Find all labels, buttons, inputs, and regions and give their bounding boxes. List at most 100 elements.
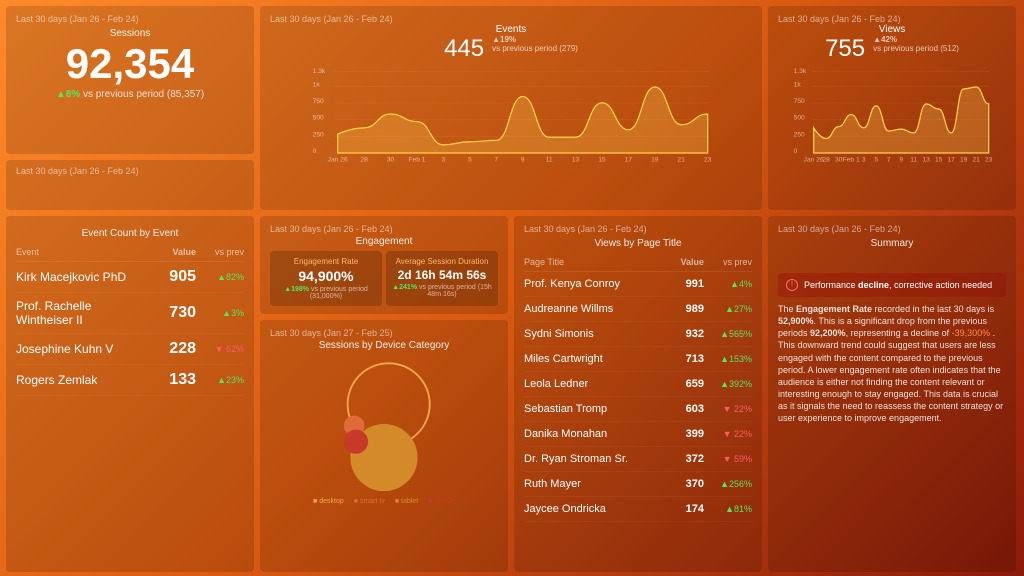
svg-text:11: 11 (546, 156, 553, 163)
views-delta: ▲42% (873, 35, 959, 44)
sessions-delta: ▲8% (56, 89, 80, 100)
table-row: Kirk Macejkovic PhD905▲82% (16, 262, 244, 293)
views-value: 755 (825, 35, 865, 63)
svg-text:28: 28 (360, 156, 368, 163)
events-area-chart: 0250500 7501k1.3k Jan 262830Feb 13579111… (270, 63, 752, 163)
summary-body: The Engagement Rate recorded in the last… (778, 303, 1006, 424)
svg-text:250: 250 (313, 131, 324, 138)
svg-text:9: 9 (521, 156, 525, 163)
sessions-card: Last 30 days (Jan 26 - Feb 24) Sessions … (6, 6, 254, 154)
svg-text:250: 250 (794, 131, 805, 138)
event-table-header-card: Last 30 days (Jan 26 - Feb 24) (6, 160, 254, 210)
engagement-rate: Engagement Rate 94,900% ▲198% vs previou… (270, 251, 382, 306)
table-row: Prof. Rachelle Wintheiser II730▲3% (16, 293, 244, 334)
device-legend: desktop smart tv tablet mobile (270, 498, 498, 505)
svg-text:Feb 1: Feb 1 (408, 156, 425, 163)
svg-text:Feb 1: Feb 1 (843, 156, 860, 163)
table-row: Leola Ledner659▲392% (524, 372, 752, 397)
svg-text:1k: 1k (313, 81, 321, 88)
table-row: Rogers Zemlak133▲23% (16, 365, 244, 396)
svg-text:0: 0 (794, 148, 798, 155)
device-card: Last 30 days (Jan 27 - Feb 25) Sessions … (260, 320, 508, 572)
svg-text:17: 17 (625, 156, 633, 163)
date-range: Last 30 days (Jan 26 - Feb 24) (778, 224, 1006, 234)
svg-text:0: 0 (313, 148, 317, 155)
events-value: 445 (444, 35, 484, 63)
page-table-card: Last 30 days (Jan 26 - Feb 24) Views by … (514, 216, 762, 572)
event-table-card: Event Count by Event Event Value vs prev… (6, 216, 254, 572)
svg-text:7: 7 (494, 156, 498, 163)
date-range: Last 30 days (Jan 26 - Feb 24) (778, 14, 1006, 24)
svg-text:15: 15 (935, 156, 943, 163)
table-row: Dr. Ryan Stroman Sr.372▼ 59% (524, 447, 752, 472)
svg-text:23: 23 (985, 156, 993, 163)
date-range: Last 30 days (Jan 26 - Feb 24) (16, 166, 244, 176)
table-row: Danika Monahan399▼ 22% (524, 422, 752, 447)
svg-text:500: 500 (313, 115, 324, 122)
device-title: Sessions by Device Category (270, 340, 498, 351)
date-range: Last 30 days (Jan 26 - Feb 24) (16, 14, 244, 24)
table-row: Sydni Simonis932▲565% (524, 322, 752, 347)
table-row: Jaycee Ondricka174▲81% (524, 497, 752, 522)
date-range: Last 30 days (Jan 26 - Feb 24) (524, 224, 752, 234)
svg-text:9: 9 (899, 156, 903, 163)
svg-text:21: 21 (678, 156, 686, 163)
date-range: Last 30 days (Jan 26 - Feb 24) (270, 224, 498, 234)
table-row: Sebastian Tromp603▼ 22% (524, 397, 752, 422)
svg-text:Jan 26: Jan 26 (328, 156, 348, 163)
engagement-card: Last 30 days (Jan 26 - Feb 24) Engagemen… (260, 216, 508, 314)
summary-warning: ! Performance decline, corrective action… (778, 273, 1006, 297)
events-delta: ▲19% (492, 35, 578, 44)
svg-text:30: 30 (835, 156, 843, 163)
table-row: Miles Cartwright713▲153% (524, 347, 752, 372)
engagement-title: Engagement (270, 236, 498, 247)
events-compare: vs previous period (279) (492, 44, 578, 53)
events-chart-card: Last 30 days (Jan 26 - Feb 24) Events 44… (260, 6, 762, 210)
svg-text:3: 3 (862, 156, 866, 163)
summary-title: Summary (778, 238, 1006, 249)
views-compare: vs previous period (512) (873, 44, 959, 53)
svg-text:1.3k: 1.3k (794, 68, 807, 75)
event-table-head: Event Value vs prev (16, 243, 244, 262)
events-title: Events (270, 24, 752, 35)
svg-text:21: 21 (972, 156, 980, 163)
svg-text:1k: 1k (794, 81, 802, 88)
svg-text:17: 17 (947, 156, 955, 163)
svg-text:30: 30 (387, 156, 395, 163)
date-range: Last 30 days (Jan 26 - Feb 24) (270, 14, 752, 24)
svg-text:Jan 26: Jan 26 (804, 156, 824, 163)
svg-text:23: 23 (704, 156, 712, 163)
svg-text:5: 5 (874, 156, 878, 163)
event-table-title: Event Count by Event (16, 228, 244, 239)
table-row: Prof. Kenya Conroy991▲4% (524, 272, 752, 297)
svg-text:19: 19 (651, 156, 659, 163)
svg-text:1.3k: 1.3k (313, 68, 326, 75)
svg-text:15: 15 (598, 156, 606, 163)
views-chart-card: Last 30 days (Jan 26 - Feb 24) Views 755… (768, 6, 1016, 210)
svg-text:28: 28 (822, 156, 830, 163)
table-row: Audreanne Willms989▲27% (524, 297, 752, 322)
svg-text:13: 13 (922, 156, 930, 163)
sessions-title: Sessions (16, 28, 244, 39)
warning-icon: ! (786, 279, 798, 291)
svg-text:3: 3 (442, 156, 446, 163)
table-row: Ruth Mayer370▲256% (524, 472, 752, 497)
svg-text:7: 7 (887, 156, 891, 163)
middle-column: Last 30 days (Jan 26 - Feb 24) Engagemen… (260, 216, 508, 572)
svg-text:11: 11 (910, 156, 917, 163)
summary-card: Last 30 days (Jan 26 - Feb 24) Summary !… (768, 216, 1016, 572)
svg-text:19: 19 (960, 156, 968, 163)
engagement-duration: Average Session Duration 2d 16h 54m 56s … (386, 251, 498, 306)
device-bubble-chart (270, 353, 498, 493)
sessions-value: 92,354 (16, 43, 244, 85)
svg-text:13: 13 (572, 156, 580, 163)
svg-text:750: 750 (794, 98, 805, 105)
views-title: Views (778, 24, 1006, 35)
views-area-chart: 0250500 7501k1.3k Jan 262830Feb 13579111… (778, 63, 1006, 163)
table-row: Josephine Kuhn V228▼ 62% (16, 334, 244, 365)
svg-text:750: 750 (313, 98, 324, 105)
sessions-compare: ▲8% vs previous period (85,357) (16, 89, 244, 100)
page-table-head: Page Title Value vs prev (524, 253, 752, 272)
date-range: Last 30 days (Jan 27 - Feb 25) (270, 328, 498, 338)
page-table-title: Views by Page Title (524, 238, 752, 249)
